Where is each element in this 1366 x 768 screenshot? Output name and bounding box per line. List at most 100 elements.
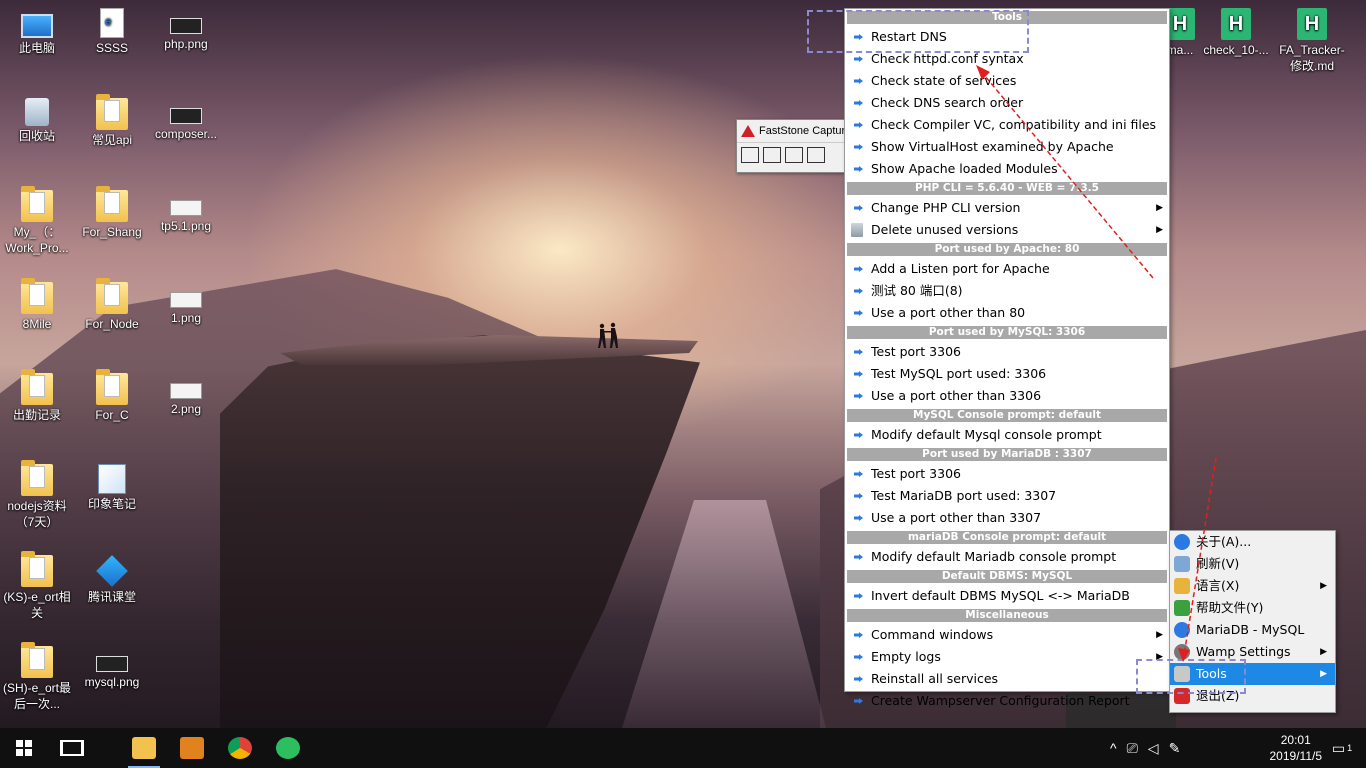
language-icon <box>1174 578 1190 594</box>
menu-item-other-port-80[interactable]: Use a port other than 80 <box>845 302 1169 324</box>
capture-window-icon[interactable] <box>763 147 781 163</box>
gear-icon <box>1174 644 1190 660</box>
desktop-icon-common-api[interactable]: 常见api <box>76 94 148 148</box>
taskbar-outlook[interactable] <box>168 728 216 768</box>
submenu-arrow-icon: ▶ <box>1320 669 1327 679</box>
menu-section-header: mariaDB Console prompt: default <box>847 531 1167 544</box>
folder-icon <box>21 551 53 587</box>
pdf-file-icon: e <box>100 8 124 38</box>
menu-section-header: Port used by MariaDB : 3307 <box>847 448 1167 461</box>
menu-item-check-services[interactable]: Check state of services <box>845 70 1169 92</box>
desktop-icon-tp5-png[interactable]: tp5.1.png <box>150 190 222 234</box>
taskbar-evernote[interactable] <box>264 728 312 768</box>
submenu-arrow-icon: ▶ <box>1156 630 1163 640</box>
capture-object-icon[interactable] <box>785 147 803 163</box>
image-file-icon <box>170 18 202 34</box>
desktop-icon-nodejs[interactable]: nodejs资料（7天） <box>1 460 73 530</box>
menu-section-header: Miscellaneous <box>847 609 1167 622</box>
menu-item-mariadb-prompt[interactable]: Modify default Mariadb console prompt <box>845 546 1169 568</box>
menu-item-check-compiler[interactable]: Check Compiler VC, compatibility and ini… <box>845 114 1169 136</box>
menu-item-reinstall-services[interactable]: Reinstall all services <box>845 668 1169 690</box>
taskbar-file-explorer[interactable] <box>120 728 168 768</box>
menu-item-mariadb-test-port-3306[interactable]: Test port 3306 <box>845 463 1169 485</box>
refresh-icon <box>1174 556 1190 572</box>
start-button[interactable] <box>0 728 48 768</box>
volume-icon[interactable]: ◁ <box>1148 740 1159 757</box>
menu-item-empty-logs[interactable]: Empty logs ▶ <box>845 646 1169 668</box>
hbuilder-file-icon: H <box>1221 8 1251 40</box>
menu-item-config-report[interactable]: Create Wampserver Configuration Report <box>845 690 1169 712</box>
tray-item-mariadb-mysql[interactable]: MariaDB - MySQL <box>1170 619 1335 641</box>
menu-item-test-mariadb-port[interactable]: Test MariaDB port used: 3307 <box>845 485 1169 507</box>
tray-item-language[interactable]: 语言(X) ▶ <box>1170 575 1335 597</box>
desktop-icon-mysql-png[interactable]: mysql.png <box>76 646 148 690</box>
task-view-button[interactable] <box>48 728 96 768</box>
desktop-icon-composer[interactable]: composer... <box>150 98 222 142</box>
clock[interactable]: 20:01 2019/11/5 <box>1270 732 1323 764</box>
open-icon[interactable] <box>741 147 759 163</box>
desktop-icon-for-shang[interactable]: For_Shang <box>76 186 148 240</box>
folder-icon <box>96 278 128 314</box>
desktop-icon-evernote[interactable]: 印象笔记 <box>76 464 148 512</box>
faststone-capture-toolbar[interactable]: FastStone Captur <box>736 119 848 173</box>
desktop-icon-recycle-bin[interactable]: 回收站 <box>1 98 73 144</box>
menu-item-test-port-80[interactable]: 测试 80 端口(8) <box>845 280 1169 302</box>
arrow-right-icon <box>854 56 863 62</box>
menu-item-command-windows[interactable]: Command windows ▶ <box>845 624 1169 646</box>
info-icon <box>1174 622 1190 638</box>
menu-item-mysql-prompt[interactable]: Modify default Mysql console prompt <box>845 424 1169 446</box>
task-view-icon <box>60 740 84 756</box>
desktop-icon-this-pc[interactable]: 此电脑 <box>1 8 73 56</box>
system-tray: ^ ⎚ ◁ ✎ <box>1110 740 1180 757</box>
arrow-right-icon <box>854 166 863 172</box>
desktop-icon-for-node[interactable]: For_Node <box>76 278 148 332</box>
menu-item-add-listen-port[interactable]: Add a Listen port for Apache <box>845 258 1169 280</box>
desktop-icon-8mile[interactable]: 8Mile <box>1 278 73 332</box>
tray-item-help[interactable]: 帮助文件(Y) <box>1170 597 1335 619</box>
menu-item-test-mysql-port[interactable]: Test MySQL port used: 3306 <box>845 363 1169 385</box>
desktop-icon-1-png[interactable]: 1.png <box>150 282 222 326</box>
wamp-tools-menu: Tools Restart DNS Check httpd.conf synta… <box>844 8 1170 708</box>
menu-item-test-port-3306[interactable]: Test port 3306 <box>845 341 1169 363</box>
annotation-box-restart-dns <box>807 10 1029 53</box>
taskbar-chrome[interactable] <box>216 728 264 768</box>
submenu-arrow-icon: ▶ <box>1320 581 1327 591</box>
action-center-button[interactable]: ▭ 1 <box>1318 728 1366 768</box>
desktop-icon-my-work[interactable]: My_（：Work_Pro... <box>1 186 73 256</box>
desktop-icon-ks[interactable]: (KS)-e_ort相关 <box>1 551 73 621</box>
menu-item-invert-dbms[interactable]: Invert default DBMS MySQL <-> MariaDB <box>845 585 1169 607</box>
image-file-icon <box>96 656 128 672</box>
menu-item-delete-versions[interactable]: Delete unused versions ▶ <box>845 219 1169 241</box>
clock-date: 2019/11/5 <box>1269 749 1323 763</box>
menu-item-other-port-3306[interactable]: Use a port other than 3306 <box>845 385 1169 407</box>
menu-section-header: MySQL Console prompt: default <box>847 409 1167 422</box>
desktop-icon-php-png[interactable]: php.png <box>150 8 222 52</box>
chevron-up-icon[interactable]: ^ <box>1110 740 1117 757</box>
menu-item-show-virtualhost[interactable]: Show VirtualHost examined by Apache <box>845 136 1169 158</box>
desktop-icon-attendance[interactable]: 出勤记录 <box>1 369 73 423</box>
menu-item-change-php-cli[interactable]: Change PHP CLI version ▶ <box>845 197 1169 219</box>
menu-item-show-modules[interactable]: Show Apache loaded Modules <box>845 158 1169 180</box>
folder-icon <box>21 369 53 405</box>
arrow-right-icon <box>854 676 863 682</box>
arrow-right-icon <box>854 266 863 272</box>
capture-region-icon[interactable] <box>807 147 825 163</box>
folder-icon <box>96 94 128 130</box>
menu-item-other-port-3307[interactable]: Use a port other than 3307 <box>845 507 1169 529</box>
desktop-icon-sh[interactable]: (SH)-e_ort最后一次... <box>1 642 73 712</box>
desktop-icon-2-png[interactable]: 2.png <box>150 373 222 417</box>
outlook-icon <box>180 737 204 759</box>
tray-item-refresh[interactable]: 刷新(V) <box>1170 553 1335 575</box>
computer-icon <box>21 14 53 38</box>
desktop-icon-fa-tracker[interactable]: H FA_Tracker-修改.md <box>1276 8 1348 74</box>
desktop-icon-tencent-classroom[interactable]: 腾讯课堂 <box>76 555 148 605</box>
desktop-icon-for-c[interactable]: For_C <box>76 369 148 423</box>
network-icon[interactable]: ⎚ <box>1127 740 1138 757</box>
menu-item-check-dns-order[interactable]: Check DNS search order <box>845 92 1169 114</box>
tray-item-about[interactable]: 关于(A)... <box>1170 531 1335 553</box>
arrow-right-icon <box>854 371 863 377</box>
pen-icon[interactable]: ✎ <box>1169 740 1181 757</box>
desktop-icon-ssss[interactable]: e SSSS <box>76 8 148 56</box>
desktop-icon-check[interactable]: H check_10-... <box>1200 8 1272 58</box>
folder-icon <box>21 460 53 496</box>
